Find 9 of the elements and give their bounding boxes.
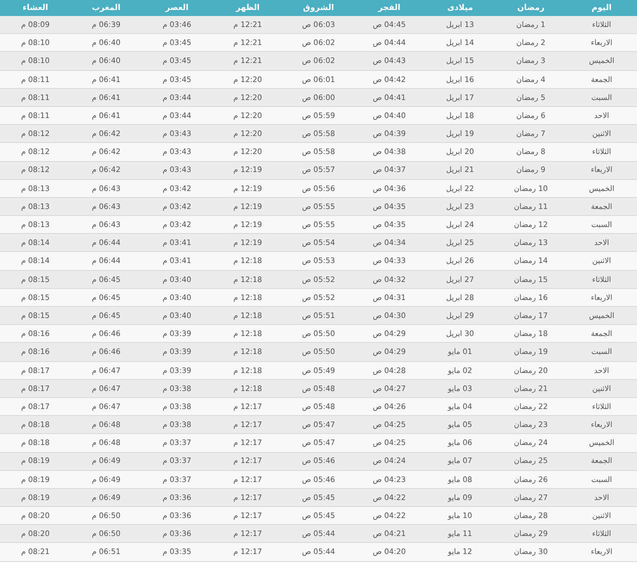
column-header: ميلادى xyxy=(446,2,474,14)
column-header: رمضان xyxy=(516,2,546,14)
column-header: الظهر xyxy=(234,2,261,14)
column-header: اليوم xyxy=(590,2,613,14)
column-header: العصر xyxy=(164,2,190,14)
column-header: المغرب xyxy=(90,2,122,14)
column-header: العشاء xyxy=(22,2,50,14)
column-header: الفجر xyxy=(376,2,402,14)
column-header: الشروق xyxy=(302,2,336,14)
